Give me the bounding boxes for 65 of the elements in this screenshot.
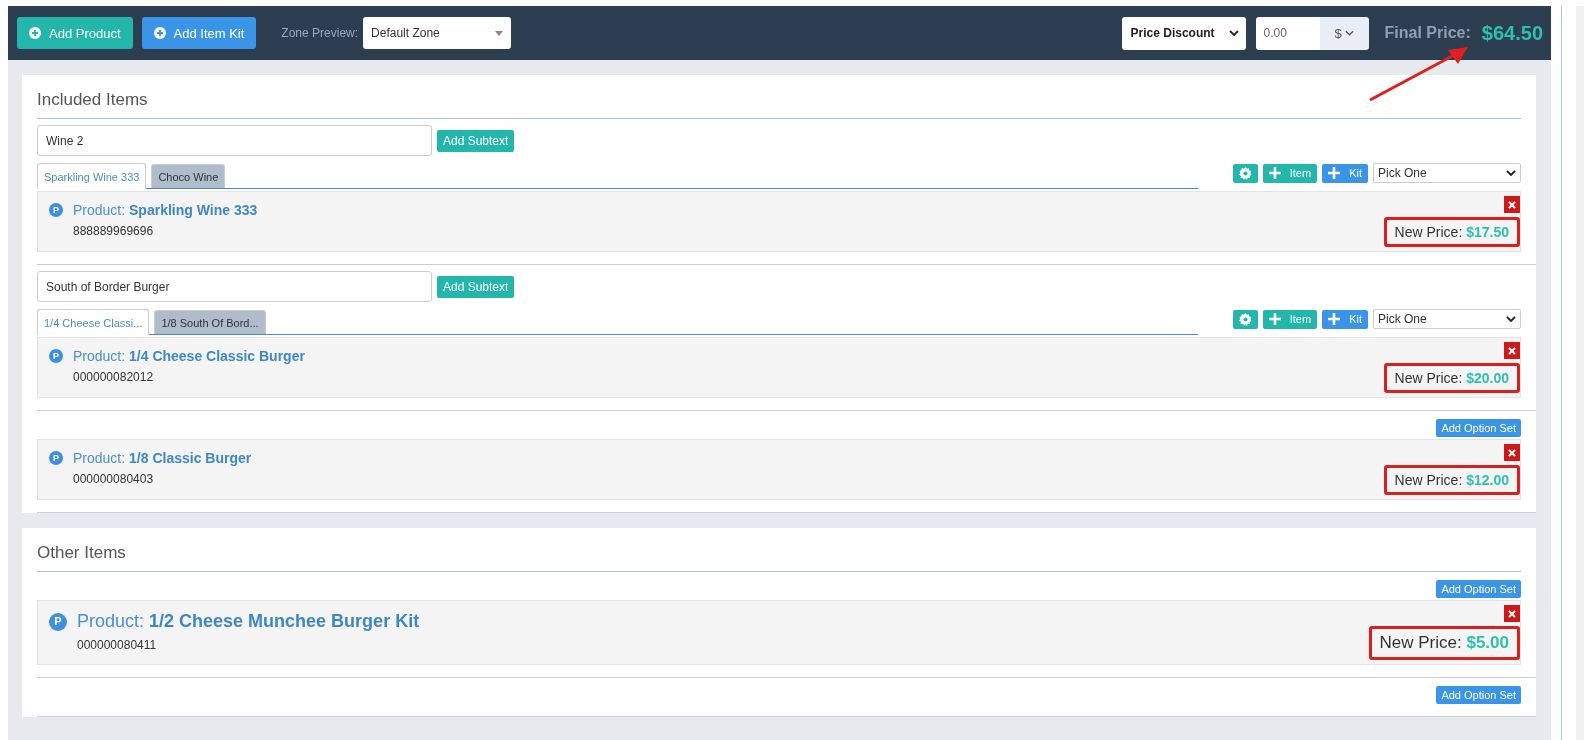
final-price-value: $64.50: [1481, 21, 1543, 45]
add-option-set-button[interactable]: Add Option Set: [1436, 580, 1521, 598]
product-title[interactable]: Product: 1/2 Cheese Munchee Burger Kit: [77, 611, 420, 632]
plus-icon: [1328, 313, 1341, 325]
product-title[interactable]: Product: 1/8 Classic Burger: [73, 450, 252, 466]
new-price-highlight: New Price: $12.00: [1383, 465, 1520, 495]
option-tab[interactable]: Sparkling Wine 333: [37, 163, 147, 189]
plus-circle-icon: [29, 27, 41, 39]
new-price-highlight: New Price: $20.00: [1383, 363, 1520, 393]
settings-icon: [1238, 312, 1252, 326]
add-subtext-button[interactable]: Add Subtext: [437, 129, 515, 152]
section-title: Included Items: [37, 88, 1521, 119]
remove-button[interactable]: [1504, 444, 1520, 461]
product-badge: P: [49, 203, 63, 217]
product-badge: P: [49, 451, 63, 465]
close-icon: [1508, 448, 1516, 457]
close-icon: [1508, 200, 1516, 209]
add-option-set-button[interactable]: Add Option Set: [1436, 686, 1521, 704]
chevron-down-icon: [1506, 316, 1516, 322]
remove-button[interactable]: [1504, 605, 1520, 622]
product-title[interactable]: Product: 1/4 Cheese Classic Burger: [73, 348, 305, 364]
chevron-down-icon: [1506, 170, 1516, 176]
settings-icon: [1238, 166, 1252, 180]
final-price-label: Final Price:: [1384, 24, 1471, 42]
chevron-down-icon: [1228, 30, 1239, 36]
option-tab[interactable]: Choco Wine: [151, 164, 226, 188]
add-item-button[interactable]: Item: [1262, 163, 1318, 183]
subtext-field[interactable]: Wine 2: [37, 125, 432, 156]
new-price-highlight: New Price: $17.50: [1383, 217, 1520, 247]
remove-button[interactable]: [1504, 196, 1520, 213]
product-title[interactable]: Product: Sparkling Wine 333: [73, 202, 258, 218]
plus-circle-icon: [153, 27, 166, 39]
subtext-field[interactable]: South of Border Burger: [37, 271, 432, 302]
chevron-down-icon: [1344, 30, 1354, 36]
dropdown-caret-icon: [495, 30, 504, 36]
unit-dropdown[interactable]: $: [1319, 16, 1369, 50]
add-button[interactable]: Add Item Kit: [141, 17, 257, 49]
plus-icon: [1268, 167, 1281, 179]
discount-type-dropdown[interactable]: Price Discount: [1121, 16, 1246, 50]
zone-dropdown[interactable]: Default Zone: [363, 17, 512, 49]
add-button[interactable]: Add Product: [17, 17, 133, 49]
product-code: 888889969696: [73, 224, 155, 238]
product-code: 000000080411: [77, 638, 158, 652]
new-price-highlight: New Price: $5.00: [1368, 626, 1520, 660]
section-title: Other Items: [37, 541, 1521, 572]
remove-button[interactable]: [1504, 342, 1520, 359]
product-badge: P: [49, 612, 67, 631]
zone-preview-label: Zone Preview:: [281, 26, 359, 40]
product-badge: P: [49, 349, 63, 363]
close-icon: [1508, 609, 1516, 618]
add-option-set-button[interactable]: Add Option Set: [1436, 419, 1521, 437]
pick-one-dropdown[interactable]: Pick One: [1373, 163, 1521, 183]
add-item-button[interactable]: Item: [1262, 309, 1318, 329]
plus-icon: [1268, 313, 1281, 325]
plus-icon: [1328, 167, 1341, 179]
option-tab[interactable]: 1/4 Cheese Classi...: [37, 309, 150, 335]
add-kit-button[interactable]: Kit: [1322, 163, 1368, 183]
pick-one-dropdown[interactable]: Pick One: [1373, 309, 1521, 329]
product-code: 000000082012: [73, 370, 155, 384]
close-icon: [1508, 346, 1516, 355]
discount-amount-field[interactable]: 0.00: [1255, 16, 1320, 50]
add-kit-button[interactable]: Kit: [1322, 309, 1368, 329]
product-code: 000000080403: [73, 472, 155, 486]
add-subtext-button[interactable]: Add Subtext: [437, 275, 515, 298]
option-tab[interactable]: 1/8 South Of Bord...: [154, 310, 266, 334]
